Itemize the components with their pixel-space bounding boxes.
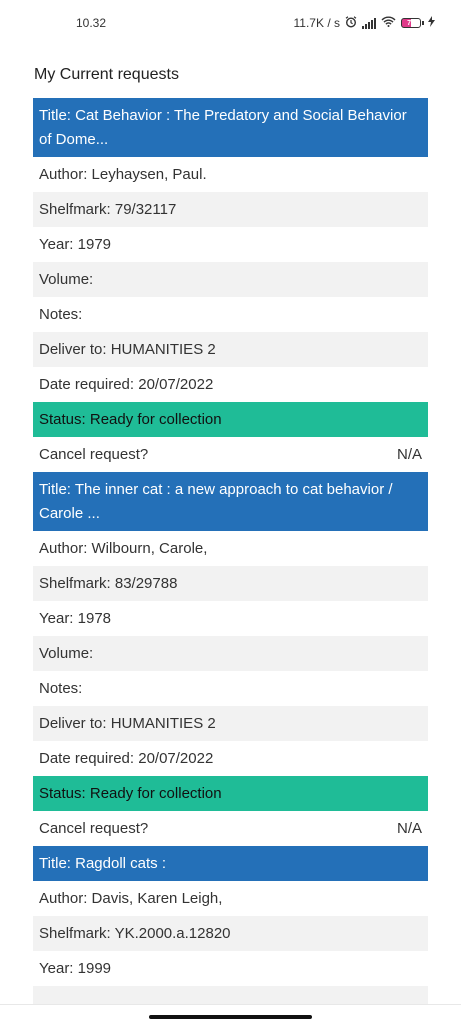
request-list: Title: Cat Behavior : The Predatory and … xyxy=(33,98,428,1021)
status-bar: 10.32 11.7K / s 77 xyxy=(0,0,461,46)
battery-icon: 77 xyxy=(401,18,424,28)
request-volume: Volume: xyxy=(33,636,428,671)
wifi-icon xyxy=(381,16,396,30)
request-title[interactable]: Title: Ragdoll cats : xyxy=(33,846,428,881)
alarm-icon xyxy=(345,15,357,31)
signal-icon xyxy=(362,17,376,29)
request-volume: Volume: xyxy=(33,262,428,297)
request-title[interactable]: Title: The inner cat : a new approach to… xyxy=(33,472,428,531)
request-deliver-to: Deliver to: HUMANITIES 2 xyxy=(33,332,428,367)
cancel-request-label: Cancel request? xyxy=(39,446,149,463)
request-status: Status: Ready for collection xyxy=(33,402,428,437)
request-author: Author: Wilbourn, Carole, xyxy=(39,540,208,557)
cancel-request-row: Cancel request? N/A xyxy=(33,437,428,472)
request-year: Year: 1978 xyxy=(39,610,112,627)
request-title[interactable]: Title: Cat Behavior : The Predatory and … xyxy=(33,98,428,157)
request-status: Status: Ready for collection xyxy=(33,776,428,811)
cancel-request-label: Cancel request? xyxy=(39,820,149,837)
navigation-bar xyxy=(0,1004,461,1025)
charging-icon xyxy=(428,16,435,30)
status-icons: 11.7K / s 77 xyxy=(293,15,435,31)
battery-level: 77 xyxy=(407,19,415,27)
request-date-required: Date required: 20/07/2022 xyxy=(39,750,214,767)
request-notes: Notes: xyxy=(39,306,83,323)
page-title: My Current requests xyxy=(34,66,179,83)
request-author: Author: Davis, Karen Leigh, xyxy=(39,890,223,907)
request-author: Author: Leyhaysen, Paul. xyxy=(39,166,207,183)
request-year: Year: 1999 xyxy=(39,960,112,977)
request-shelfmark: Shelfmark: 79/32117 xyxy=(33,192,428,227)
cancel-request-row: Cancel request? N/A xyxy=(33,811,428,846)
request-year: Year: 1979 xyxy=(39,236,112,253)
request-shelfmark: Shelfmark: YK.2000.a.12820 xyxy=(33,916,428,951)
cancel-request-value: N/A xyxy=(396,446,422,463)
request-deliver-to: Deliver to: HUMANITIES 2 xyxy=(33,706,428,741)
home-gesture-handle[interactable] xyxy=(149,1015,312,1019)
request-notes: Notes: xyxy=(39,680,83,697)
request-shelfmark: Shelfmark: 83/29788 xyxy=(33,566,428,601)
request-date-required: Date required: 20/07/2022 xyxy=(39,376,214,393)
clock: 10.32 xyxy=(76,16,107,30)
network-speed: 11.7K / s xyxy=(293,16,340,30)
cancel-request-value: N/A xyxy=(396,820,422,837)
